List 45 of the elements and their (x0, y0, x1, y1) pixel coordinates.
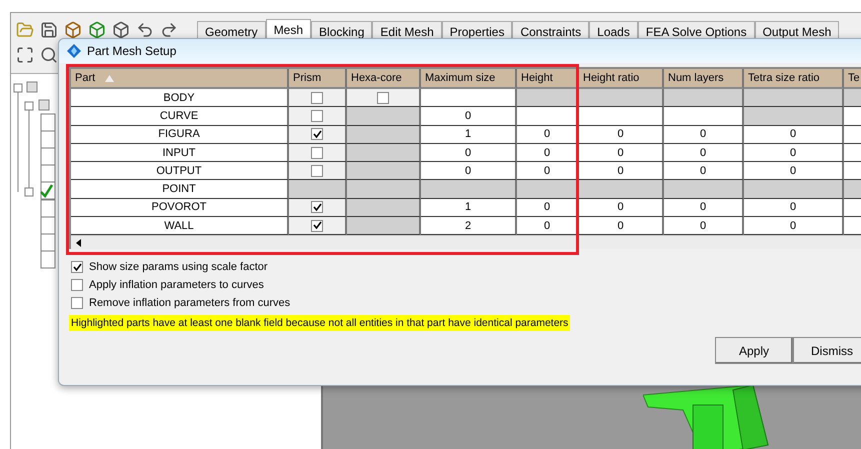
column-header[interactable]: Part (71, 69, 289, 89)
table-cell: 0 (664, 217, 744, 236)
table-cell: 0 (744, 198, 844, 218)
part-name-cell: INPUT (71, 144, 289, 162)
table-cell: 0 (744, 217, 844, 236)
table-cell: 0 (579, 162, 664, 180)
part-name-cell: BODY (71, 89, 289, 108)
column-header[interactable]: Hexa-core (347, 69, 421, 89)
table-cell: 0 (579, 217, 664, 236)
part-name-cell: OUTPUT (71, 162, 289, 180)
column-header[interactable]: Height ratio (579, 69, 664, 89)
table-cell: 1 (421, 126, 517, 144)
option-label: Show size params using scale factor (89, 261, 268, 274)
part-name-cell: POVOROT (71, 198, 289, 218)
table-cell: 0 (421, 107, 517, 126)
table-cell: 0 (579, 126, 664, 144)
table-cell: 0 (579, 198, 664, 218)
table-cell: 1 (421, 198, 517, 218)
column-header[interactable]: Maximum size (421, 69, 517, 89)
info-note: Highlighted parts have at least one blank field because not all entities in that part have identical parameters (69, 315, 570, 332)
column-header[interactable]: Num layers (664, 69, 744, 89)
column-header[interactable]: Prism (289, 69, 347, 89)
part-name-cell: FIGURA (71, 126, 289, 144)
part-name-cell: WALL (71, 217, 289, 236)
dialog-button[interactable]: Dismiss (793, 337, 861, 364)
part-name-cell: POINT (71, 180, 289, 199)
table-cell: 0 (744, 126, 844, 144)
column-header[interactable]: Te (844, 69, 861, 89)
table-cell: 0 (664, 126, 744, 144)
window-title: Part Mesh Setup (87, 44, 176, 58)
table-cell: 0 (421, 162, 517, 180)
option-label: Apply inflation parameters to curves (89, 279, 264, 292)
column-header[interactable]: Tetra size ratio (744, 69, 844, 89)
column-header[interactable]: Height (517, 69, 579, 89)
table-cell: 0 (664, 144, 744, 162)
table-cell: 0 (664, 198, 744, 218)
part-name-cell: CURVE (71, 107, 289, 126)
table-cell: 0 (421, 144, 517, 162)
table-cell: 0 (664, 162, 744, 180)
table-cell: 0 (744, 144, 844, 162)
option-label: Remove inflation parameters from curves (89, 297, 290, 310)
table-cell: 0 (744, 162, 844, 180)
dialog-button[interactable]: Apply (715, 337, 793, 364)
table-cell: 2 (421, 217, 517, 236)
table-cell: 0 (579, 144, 664, 162)
